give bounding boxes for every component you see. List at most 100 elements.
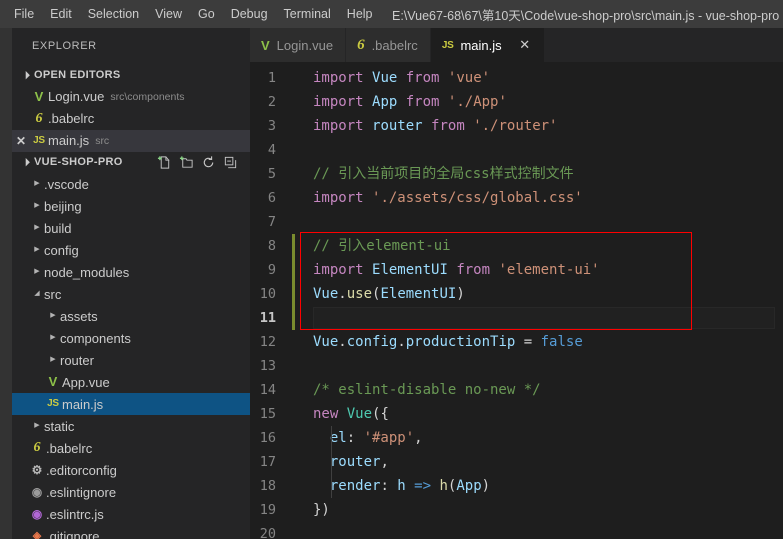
menu-item-view[interactable]: View <box>147 0 190 28</box>
tree-item-eslintignore[interactable]: ◉ .eslintignore <box>12 481 250 503</box>
tree-item-babelrc[interactable]: 6 .babelrc <box>12 437 250 459</box>
line-number: 7 <box>267 214 276 230</box>
gutter-spacer <box>292 138 295 162</box>
project-root-header[interactable]: VUE-SHOP-PRO <box>12 151 250 174</box>
tree-item-assets[interactable]: ▶ assets <box>12 305 250 327</box>
gutter-spacer <box>292 522 295 539</box>
menu-item-help[interactable]: Help <box>339 0 381 28</box>
tree-item-static[interactable]: ▶ static <box>12 415 250 437</box>
menu-item-selection[interactable]: Selection <box>80 0 147 28</box>
code-text: // 引入element-ui <box>313 238 451 254</box>
code-line: 9 import ElementUI from 'element-ui' <box>250 258 783 282</box>
tree-item-gitignore[interactable]: ◈ .gitignore <box>12 525 250 539</box>
vue-file-icon: V <box>261 37 270 53</box>
code-text: Vue.config.productionTip = false <box>313 334 583 350</box>
babel-file-icon: 6 <box>357 36 365 53</box>
indent-guide <box>331 426 332 498</box>
open-editors-header[interactable]: OPEN EDITORS <box>12 64 250 86</box>
line-number: 20 <box>259 526 276 539</box>
title-bar: File Edit Selection View Go Debug Termin… <box>0 0 783 28</box>
tree-item-build[interactable]: ▶ build <box>12 217 250 239</box>
project-root-label: VUE-SHOP-PRO <box>34 156 123 169</box>
menu-item-terminal[interactable]: Terminal <box>276 0 339 28</box>
code-editor[interactable]: 1 import Vue from 'vue' 2 import App from '… <box>250 62 783 539</box>
line-number: 18 <box>259 478 276 494</box>
tree-item-eslintrc-js[interactable]: ◉ .eslintrc.js <box>12 503 250 525</box>
tree-item-label: main.js <box>62 396 104 412</box>
code-text: import App from './App' <box>313 94 507 110</box>
line-number: 3 <box>267 118 276 134</box>
new-file-icon[interactable] <box>154 153 174 171</box>
code-text: el: '#app', <box>329 430 423 446</box>
line-number: 14 <box>259 382 276 398</box>
menu-item-edit[interactable]: Edit <box>42 0 80 28</box>
code-line: 3 import router from './router' <box>250 114 783 138</box>
code-text: router, <box>329 454 389 470</box>
code-line: 6 import './assets/css/global.css' <box>250 186 783 210</box>
refresh-icon[interactable] <box>198 153 218 171</box>
js-file-icon: JS <box>47 398 59 410</box>
tree-item-node-modules[interactable]: ▶ node_modules <box>12 261 250 283</box>
chevron-down-icon <box>18 154 34 170</box>
open-editor-item-babelrc[interactable]: 6 .babelrc <box>12 108 250 130</box>
new-folder-icon[interactable] <box>176 153 196 171</box>
line-number: 5 <box>267 166 276 182</box>
line-number: 15 <box>259 406 276 422</box>
tree-item-label: .gitignore <box>46 528 100 539</box>
tree-item-router[interactable]: ▶ router <box>12 349 250 371</box>
line-number: 1 <box>267 70 276 86</box>
tree-item-app-vue[interactable]: V App.vue <box>12 371 250 393</box>
babel-file-icon: 6 <box>33 440 41 456</box>
tree-item-label: config <box>44 242 79 258</box>
chevron-right-icon: ▶ <box>34 202 40 210</box>
collapse-all-icon[interactable] <box>220 153 240 171</box>
tree-item-components[interactable]: ▶ components <box>12 327 250 349</box>
tree-item-main-js[interactable]: JS main.js <box>12 393 250 416</box>
tree-item-vscode[interactable]: ▶ .vscode <box>12 173 250 195</box>
activity-bar[interactable] <box>0 28 12 539</box>
gear-icon: ⚙ <box>31 463 43 478</box>
tab-main-js[interactable]: JS main.js ✕ <box>430 28 545 62</box>
chevron-right-icon: ▶ <box>34 180 40 188</box>
line-number: 9 <box>267 262 276 278</box>
tab-babelrc[interactable]: 6 .babelrc <box>346 28 431 62</box>
close-icon[interactable]: ✕ <box>12 134 30 148</box>
tree-item-label: src <box>44 286 62 302</box>
explorer-actions <box>154 153 250 171</box>
tree-item-config[interactable]: ▶ config <box>12 239 250 261</box>
tab-label: .babelrc <box>371 37 418 53</box>
tree-item-editorconfig[interactable]: ⚙ .editorconfig <box>12 459 250 481</box>
tab-label: Login.vue <box>276 37 334 53</box>
open-editor-item-login-vue[interactable]: V Login.vue src\components <box>12 86 250 108</box>
tree-item-beijing[interactable]: ▶ beijing <box>12 195 250 217</box>
code-text: }) <box>313 502 330 518</box>
code-line: 12 Vue.config.productionTip = false <box>250 330 783 354</box>
tree-item-label: App.vue <box>62 374 110 390</box>
open-editor-name: .babelrc <box>48 111 95 127</box>
menu-item-go[interactable]: Go <box>190 0 223 28</box>
code-line: 18 render: h => h(App) <box>250 474 783 498</box>
tree-item-label: router <box>60 352 94 368</box>
close-icon[interactable]: ✕ <box>518 37 532 53</box>
tab-login-vue[interactable]: V Login.vue <box>250 28 347 62</box>
eslint-purple-icon: ◉ <box>31 507 43 522</box>
tree-item-src[interactable]: ◢ src <box>12 283 250 305</box>
code-text: render: h => h(App) <box>329 478 491 494</box>
js-file-icon: JS <box>441 39 454 51</box>
code-line: 11 <box>250 306 783 330</box>
open-editor-item-main-js[interactable]: ✕ JS main.js src <box>12 129 250 152</box>
chevron-right-icon: ▶ <box>50 312 56 320</box>
menu-item-file[interactable]: File <box>6 0 42 28</box>
chevron-right-icon: ▶ <box>34 224 40 232</box>
tree-item-label: .babelrc <box>46 440 93 456</box>
line-number: 12 <box>259 334 276 350</box>
chevron-right-icon: ▶ <box>50 334 56 342</box>
line-number: 8 <box>267 238 276 254</box>
code-text: new Vue({ <box>313 406 389 422</box>
code-line: 14 /* eslint-disable no-new */ <box>250 378 783 402</box>
line-number: 16 <box>259 430 276 446</box>
menu-item-debug[interactable]: Debug <box>223 0 276 28</box>
code-lines: 1 import Vue from 'vue' 2 import App from '… <box>250 62 783 539</box>
code-text: // 引入当前项目的全局css样式控制文件 <box>313 166 574 182</box>
chevron-down-icon: ◢ <box>34 290 40 298</box>
